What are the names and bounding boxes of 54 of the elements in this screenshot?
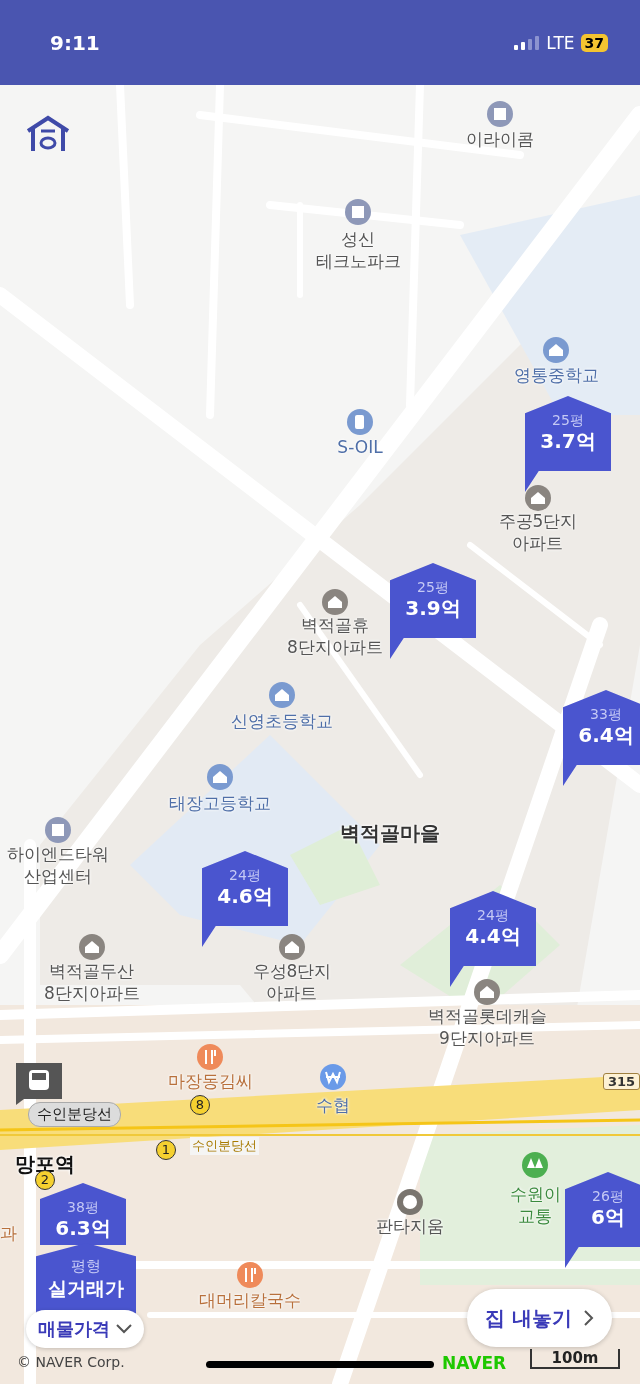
network-type: LTE [546, 32, 575, 53]
legend-price-label: 실거래가 [48, 1276, 124, 1301]
school-icon[interactable] [206, 763, 234, 791]
place-label[interactable]: 주공5단지 아파트 [498, 510, 578, 555]
copyright-text: © NAVER Corp. [17, 1354, 125, 1370]
status-time: 9:11 [50, 30, 100, 55]
building-icon[interactable] [344, 198, 372, 226]
house-icon[interactable] [524, 484, 552, 512]
house-icon[interactable] [473, 978, 501, 1006]
price-filter-dropdown[interactable]: 매물가격 [26, 1310, 144, 1348]
school-icon[interactable] [268, 681, 296, 709]
place-label[interactable]: 마장동김씨 [167, 1070, 253, 1093]
building-icon[interactable] [44, 816, 72, 844]
house-logo-icon[interactable] [25, 115, 71, 153]
building-icon[interactable] [486, 100, 514, 128]
place-label[interactable]: 벽적골마을 [340, 820, 440, 846]
house-icon[interactable] [321, 588, 349, 616]
fork-knife-icon[interactable] [236, 1261, 264, 1289]
place-label[interactable]: 판타지움 [376, 1215, 444, 1238]
subway-line-label: 수인분당선 [190, 1137, 259, 1155]
place-label[interactable]: 신영초등학교 [231, 710, 333, 733]
place-label[interactable]: 벽적골휴 8단지아파트 [287, 614, 383, 659]
place-label[interactable]: 태장고등학교 [169, 792, 271, 815]
place-label[interactable]: 하이엔드타워 산업센터 [7, 843, 109, 888]
map-drawing[interactable] [0, 85, 640, 1384]
naver-logo: NAVER [442, 1353, 507, 1373]
place-label[interactable]: 과 [0, 1222, 17, 1245]
fork-knife-icon[interactable] [196, 1043, 224, 1071]
place-label[interactable]: 수협 [316, 1094, 350, 1117]
place-label[interactable]: 우성8단지 아파트 [252, 960, 332, 1005]
chevron-right-icon [583, 1310, 594, 1326]
place-label[interactable]: 이라이콤 [466, 128, 534, 151]
house-icon[interactable] [278, 933, 306, 961]
place-label[interactable]: 벽적골롯데캐슬 9단지아파트 [427, 1005, 547, 1050]
subway-train-icon[interactable] [16, 1063, 62, 1105]
place-label[interactable]: 수원이 교통 [509, 1183, 561, 1228]
place-label[interactable]: S-OIL [337, 436, 383, 459]
school-icon[interactable] [542, 336, 570, 364]
route-number: 315 [603, 1073, 640, 1090]
house-icon[interactable] [78, 933, 106, 961]
won-icon[interactable] [319, 1063, 347, 1091]
tree-icon[interactable] [521, 1151, 549, 1179]
signal-icon [514, 35, 541, 50]
place-label[interactable]: 영통중학교 [513, 364, 599, 387]
subway-line-chip[interactable]: 수인분당선 [28, 1102, 121, 1127]
place-label[interactable]: 성신 테크노파크 [315, 228, 401, 273]
place-label[interactable]: 벽적골두산 8단지아파트 [44, 960, 140, 1005]
place-label[interactable]: 대머리칼국수 [199, 1289, 301, 1312]
list-house-button[interactable]: 집 내놓기 [467, 1289, 612, 1347]
chevron-down-icon [116, 1324, 132, 1334]
legend-area-label: 평형 [71, 1257, 101, 1276]
battery-indicator: 37 [580, 33, 608, 52]
fuel-pump-icon[interactable] [346, 408, 374, 436]
map-scale: 100m [530, 1349, 620, 1369]
